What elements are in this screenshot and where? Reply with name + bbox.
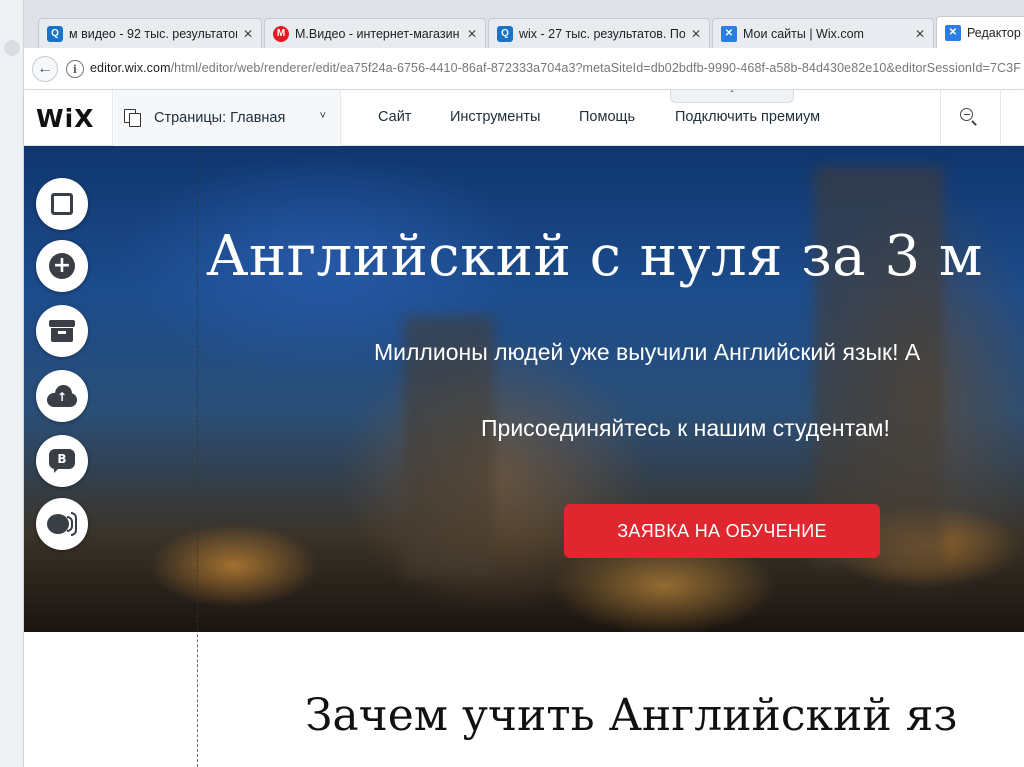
page-guide-line — [197, 146, 198, 767]
tab-title: wix - 27 тыс. результатов. По — [519, 26, 685, 41]
pages-dropdown-label: Страницы: Главная — [154, 110, 286, 126]
close-icon[interactable]: ✕ — [691, 27, 701, 41]
tab-title: Редактор — [967, 25, 1021, 40]
app-market-icon — [49, 320, 75, 342]
tab-title: м видео - 92 тыс. результатов — [69, 26, 237, 41]
upload-button[interactable]: ↑ — [36, 370, 88, 422]
url-path: /html/editor/web/renderer/edit/ea75f24a-… — [170, 61, 1021, 75]
blog-button[interactable]: B — [36, 435, 88, 487]
mvideo-logo-icon: M — [273, 25, 289, 42]
chat-button[interactable] — [36, 498, 88, 550]
signup-button[interactable]: ЗАЯВКА НА ОБУЧЕНИЕ — [564, 504, 880, 558]
wix-icon: ✕ — [721, 25, 737, 42]
section-title[interactable]: Зачем учить Английский яз — [305, 690, 957, 741]
divider — [112, 90, 113, 146]
search-icon: Q — [497, 25, 513, 42]
app-market-button[interactable] — [36, 305, 88, 357]
background-button[interactable] — [36, 178, 88, 230]
close-icon[interactable]: ✕ — [915, 27, 925, 41]
wix-logo[interactable]: WiX — [36, 104, 94, 133]
collapse-topbar-toggle[interactable]: ˆ — [670, 90, 794, 103]
divider — [340, 90, 341, 146]
hero-strip[interactable]: Английский с нуля за 3 м Миллионы людей … — [24, 146, 1024, 632]
chevron-down-icon: ˅ — [319, 110, 326, 122]
close-icon[interactable]: ✕ — [467, 27, 477, 41]
hero-subtitle[interactable]: Миллионы людей уже выучили Английский яз… — [374, 339, 920, 366]
menu-tools[interactable]: Инструменты — [450, 109, 540, 125]
wix-icon: ✕ — [945, 24, 961, 41]
close-icon[interactable]: ✕ — [243, 27, 253, 41]
browser-tab-search-mvideo[interactable]: Q м видео - 92 тыс. результатов ✕ — [38, 18, 262, 48]
screen: Q м видео - 92 тыс. результатов ✕ M М.Ви… — [0, 0, 1024, 767]
url-host: editor.wix.com — [90, 61, 171, 75]
browser-tab-my-sites[interactable]: ✕ Мои сайты | Wix.com ✕ — [712, 18, 934, 48]
blog-icon: B — [49, 449, 75, 473]
search-icon: Q — [47, 25, 63, 42]
window-left-edge — [0, 0, 24, 767]
site-info-icon[interactable]: i — [66, 60, 84, 78]
chevron-up-icon: ˆ — [730, 90, 734, 101]
divider — [940, 90, 941, 146]
browser-tab-editor[interactable]: ✕ Редактор — [936, 16, 1024, 48]
chat-icon — [47, 512, 77, 536]
tab-title: Мои сайты | Wix.com — [743, 26, 864, 41]
back-button[interactable]: ← — [32, 56, 58, 82]
add-button[interactable]: + — [36, 240, 88, 292]
hero-join-text[interactable]: Присоединяйтесь к нашим студентам! — [481, 415, 890, 442]
url-field[interactable]: editor.wix.com/html/editor/web/renderer/… — [90, 61, 1021, 75]
pages-dropdown[interactable]: Страницы: Главная ˅ — [114, 90, 340, 146]
browser-tab-strip: Q м видео - 92 тыс. результатов ✕ M М.Ви… — [24, 0, 1024, 48]
menu-upgrade[interactable]: Подключить премиум — [675, 109, 820, 125]
zoom-out-icon[interactable] — [960, 108, 978, 126]
hero-title[interactable]: Английский с нуля за 3 м — [206, 224, 983, 289]
menu-help[interactable]: Помощь — [579, 109, 635, 125]
background-icon — [51, 193, 73, 215]
browser-address-bar: ← i editor.wix.com/html/editor/web/rende… — [24, 48, 1024, 90]
add-icon: + — [49, 253, 75, 279]
tab-title: М.Видео - интернет-магазин — [295, 26, 460, 41]
browser-tab-search-wix[interactable]: Q wix - 27 тыс. результатов. По ✕ — [488, 18, 710, 48]
upload-icon: ↑ — [47, 385, 77, 407]
menu-site[interactable]: Сайт — [378, 109, 411, 125]
divider — [1000, 90, 1001, 146]
arrow-left-icon: ← — [37, 60, 53, 77]
editor-top-bar: WiX Страницы: Главная ˅ Сайт Инструменты… — [24, 90, 1024, 146]
browser-tab-mvideo[interactable]: M М.Видео - интернет-магазин ✕ — [264, 18, 486, 48]
pages-icon — [124, 109, 142, 127]
window-edge-knob — [4, 40, 20, 56]
